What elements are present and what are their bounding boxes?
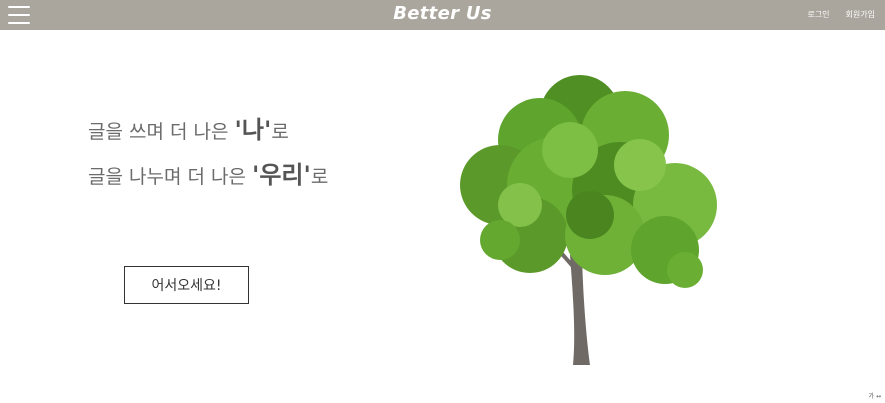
slogan-line-2-prefix: 글을 나누며 더 나은 [88,166,252,188]
slogan-line-1: 글을 쓰며 더 나은 '나'로 [88,110,289,145]
slogan-line-2: 글을 나누며 더 나은 '우리'로 [88,155,328,190]
slogan-line-1-prefix: 글을 쓰며 더 나은 [88,121,235,143]
tree-foliage [460,75,717,288]
login-link[interactable]: 로그인 [807,9,829,20]
brand-logo-link[interactable]: Better Us [373,3,513,24]
corner-indicator: 가 ↔ [868,393,881,400]
tree-trunk [570,255,590,365]
slogan-line-1-suffix: 로 [271,121,289,143]
auth-links: 로그인 회원가입 [807,9,875,20]
slogan-line-2-suffix: 로 [310,166,329,188]
hamburger-menu-icon[interactable] [8,6,30,24]
tree-illustration [460,75,717,365]
top-navigation-bar: Better Us 로그인 회원가입 [0,0,885,30]
menu-bar-line [8,22,30,24]
signup-link[interactable]: 회원가입 [846,9,875,20]
menu-bar-line [8,6,30,8]
welcome-button[interactable]: 어서오세요! [124,266,249,304]
slogan-line-2-highlight: '우리' [252,161,311,189]
menu-bar-line [8,14,30,16]
slogan-line-1-highlight: '나' [234,116,272,144]
